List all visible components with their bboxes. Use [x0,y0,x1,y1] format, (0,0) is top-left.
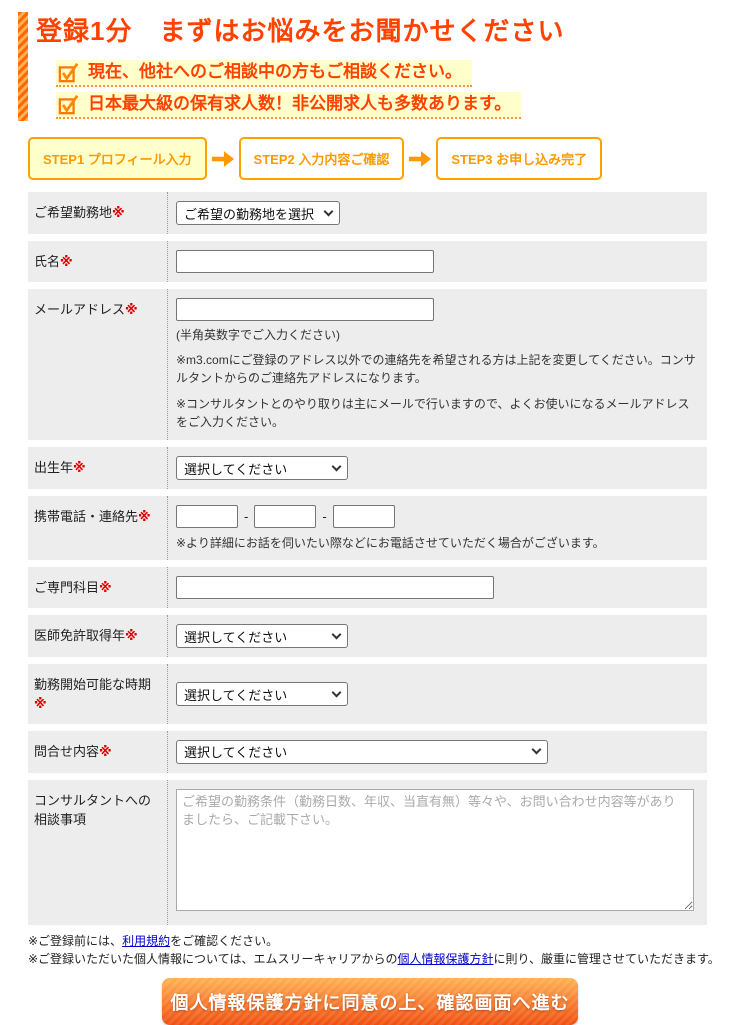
terms-link[interactable]: 利用規約 [122,934,170,948]
row-license-year: 医師免許取得年※ 選択してください [28,615,707,658]
required-mark: ※ [73,460,86,476]
birth-year-select[interactable]: 選択してください [176,456,348,481]
row-name: 氏名※ [28,241,707,283]
privacy-policy-link[interactable]: 個人情報保護方針 [397,952,493,966]
field-label: ご希望勤務地 [34,205,113,221]
name-input[interactable] [176,250,434,274]
row-inquiry-type: 問合せ内容※ 選択してください [28,730,707,773]
privacy-note: ※ご登録いただいた個人情報については、エムスリーキャリアからの個人情報保護方針に… [28,952,720,967]
arrow-right-icon [211,149,235,169]
start-period-select[interactable]: 選択してください [176,682,348,707]
desired-location-select[interactable]: ご希望の勤務地を選択 [176,201,340,226]
select-value: ご希望の勤務地を選択 [184,206,315,222]
chevron-down-icon [331,461,342,472]
field-label: ご専門科目 [34,580,100,596]
registration-page: 登録1分 まずはお悩みをお聞かせください 現在、他社へのご相談中の方もご相談くだ… [0,0,740,1025]
chevron-down-icon [323,206,334,217]
row-phone: 携帯電話・連絡先※ - - ※より詳細にお話を伺いたい際などにお電話させていただく… [28,496,707,561]
step-indicator: STEP1 プロフィール入力 STEP2 入力内容ご確認 STEP3 お申し込み… [28,137,740,181]
row-start-period: 勤務開始可能な時期 ※ 選択してください [28,664,707,724]
chevron-down-icon [331,629,342,640]
step-3-complete: STEP3 お申し込み完了 [436,137,603,181]
row-email: メールアドレス※ (半角英数字でご入力ください) ※m3.comにご登録のアドレ… [28,289,707,441]
field-label: 問合せ内容 [34,743,100,759]
registration-form: ご希望勤務地※ ご希望の勤務地を選択 氏名※ メールアドレス※ (半角英数字でご… [28,192,707,925]
email-note-2: ※コンサルタントとのやり取りは主にメールで行いますので、よくお使いになるメールア… [176,397,690,430]
email-note-1: ※m3.comにご登録のアドレス以外での連絡先を希望される方は上記を変更してくだ… [176,353,696,386]
footer-notes: ※ご登録前には、利用規約をご確認ください。 ※ご登録いただいた個人情報については… [28,932,740,969]
page-title: 登録1分 まずはお悩みをお聞かせください [36,16,565,46]
required-mark: ※ [112,205,125,221]
selling-points: 現在、他社へのご相談中の方もご相談ください。 日本最大級の保有求人数！非公開求人… [56,55,564,120]
required-mark: ※ [99,743,112,759]
phone-part3-input[interactable] [332,505,395,529]
specialty-input[interactable] [176,576,494,600]
required-mark: ※ [125,628,138,644]
phone-note: ※より詳細にお話を伺いたい際などにお電話させていただく場合がございます。 [176,536,605,551]
consultation-textarea[interactable] [176,788,694,911]
field-label: 医師免許取得年 [34,628,126,644]
selling-point-1: 現在、他社へのご相談中の方もご相談ください。 [56,60,472,88]
chevron-down-icon [531,744,542,755]
select-value: 選択してください [184,461,288,477]
select-value: 選択してください [184,745,288,761]
phone-separator: - [322,509,327,525]
row-desired-location: ご希望勤務地※ ご希望の勤務地を選択 [28,192,707,235]
required-mark: ※ [125,302,138,318]
required-mark: ※ [60,254,73,270]
checkbox-check-icon [58,95,79,115]
row-consultation: コンサルタントへの相談事項 [28,779,707,925]
email-format-hint: (半角英数字でご入力ください) [176,328,340,343]
phone-separator: - [244,509,249,525]
phone-part1-input[interactable] [176,505,238,529]
page-header: 登録1分 まずはお悩みをお聞かせください 現在、他社へのご相談中の方もご相談くだ… [18,12,740,122]
field-label: メールアドレス [34,302,126,318]
field-label: 氏名 [34,254,61,270]
field-label: 出生年 [34,460,74,476]
select-value: 選択してください [184,629,288,645]
field-label: 携帯電話・連絡先 [34,509,139,525]
select-value: 選択してください [184,687,288,703]
submit-button[interactable]: 個人情報保護方針に同意の上、確認画面へ進む [162,978,578,1025]
email-input[interactable] [176,298,434,322]
step-1-profile: STEP1 プロフィール入力 [28,137,207,181]
accent-stripe-bar [18,12,28,122]
license-year-select[interactable]: 選択してください [176,624,348,649]
checkbox-check-icon [58,63,79,83]
terms-note: ※ご登録前には、利用規約をご確認ください。 [28,933,279,948]
row-specialty: ご専門科目※ [28,567,707,609]
field-label: 勤務開始可能な時期 [34,677,152,693]
selling-point-2: 日本最大級の保有求人数！非公開求人も多数あります。 [56,92,522,120]
chevron-down-icon [331,687,342,697]
step-2-confirm: STEP2 入力内容ご確認 [238,137,405,181]
inquiry-type-select[interactable]: 選択してください [176,739,548,764]
selling-point-text: 日本最大級の保有求人数！非公開求人も多数あります。 [88,93,512,114]
field-label: コンサルタントへの相談事項 [34,792,152,827]
required-mark: ※ [34,696,47,712]
arrow-right-icon [408,149,432,169]
row-birth-year: 出生年※ 選択してください [28,447,707,490]
phone-part2-input[interactable] [254,505,317,529]
required-mark: ※ [138,509,151,525]
required-mark: ※ [99,580,112,596]
selling-point-text: 現在、他社へのご相談中の方もご相談ください。 [88,61,462,82]
